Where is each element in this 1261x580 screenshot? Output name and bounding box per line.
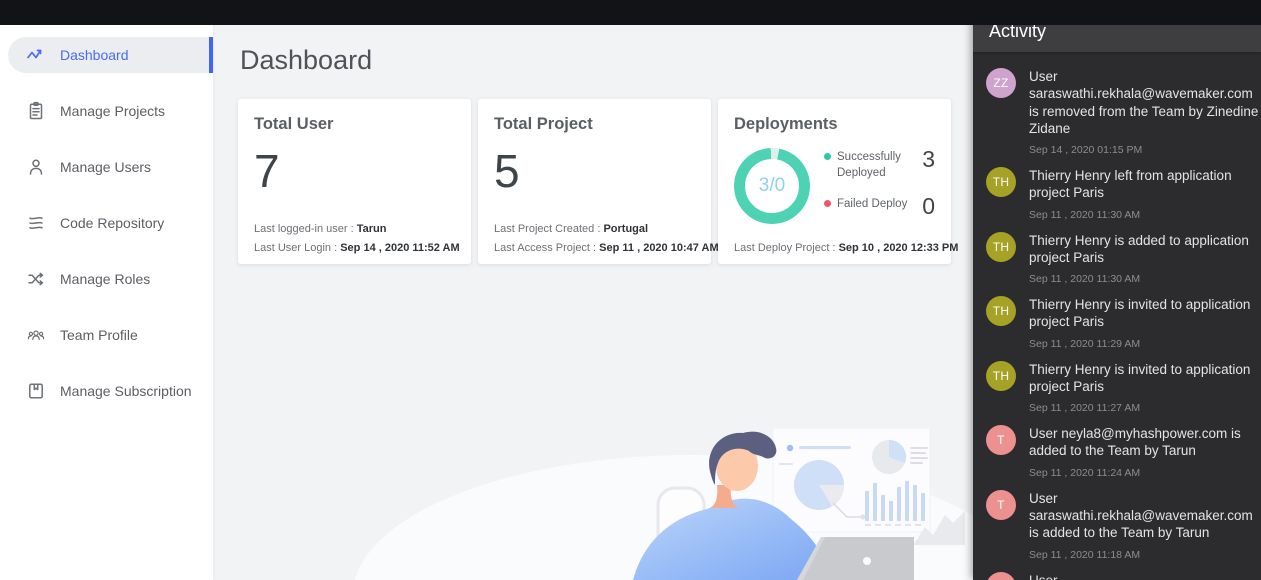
stat-cards-row: Total User 7 Last logged-in user : Tarun… xyxy=(238,99,973,264)
activity-item: T User neyla8@myhashpower.com is added t… xyxy=(973,414,1261,479)
pulse-icon xyxy=(26,45,46,65)
footer-row: Last Access Project : Sep 11 , 2020 10:4… xyxy=(494,242,699,254)
activity-panel: Activity ZZ User saraswathi.rekhala@wave… xyxy=(973,10,1261,580)
activity-text: Thierry Henry is added to application pr… xyxy=(1029,232,1261,267)
activity-item-body: User saraswathi.rekhala@wavemaker.com is… xyxy=(1029,572,1261,580)
sidebar-item-label: Dashboard xyxy=(60,47,129,63)
avatar: TH xyxy=(986,361,1016,391)
activity-item-body: User saraswathi.rekhala@wavemaker.com is… xyxy=(1029,68,1261,156)
shuffle-icon xyxy=(26,269,46,289)
sidebar-item-manage-roles[interactable]: Manage Roles xyxy=(8,261,213,297)
sidebar-item-manage-projects[interactable]: Manage Projects xyxy=(8,93,213,129)
activity-text: Thierry Henry is invited to application … xyxy=(1029,361,1261,396)
legend-row: Successfully Deployed 3 xyxy=(824,148,935,181)
total-project-value: 5 xyxy=(494,148,695,194)
avatar: T xyxy=(986,425,1016,455)
sidebar-item-label: Team Profile xyxy=(60,327,138,343)
sidebar-item-manage-subscription[interactable]: Manage Subscription xyxy=(8,373,213,409)
activity-timestamp: Sep 11 , 2020 11:18 AM xyxy=(1029,549,1261,561)
sidebar-nav: Dashboard Manage Projects Manage Users C… xyxy=(0,25,213,409)
activity-timestamp: Sep 11 , 2020 11:24 AM xyxy=(1029,467,1261,479)
legend-dot-success xyxy=(824,153,831,160)
sidebar-item-label: Manage Projects xyxy=(60,103,165,119)
legend-label: Failed Deploy xyxy=(837,195,922,218)
footer-row: Last logged-in user : Tarun xyxy=(254,223,459,235)
sidebar-item-label: Manage Users xyxy=(60,159,151,175)
footer-row: Last User Login : Sep 14 , 2020 11:52 AM xyxy=(254,242,459,254)
board-charts xyxy=(773,428,930,532)
activity-item-body: Thierry Henry is added to application pr… xyxy=(1029,232,1261,286)
card-title: Total Project xyxy=(494,115,695,134)
avatar: ZZ xyxy=(986,68,1016,98)
activity-text: Thierry Henry is invited to application … xyxy=(1029,296,1261,331)
activity-text: Thierry Henry left from application proj… xyxy=(1029,167,1261,202)
activity-item: T User saraswathi.rekhala@wavemaker.com … xyxy=(973,479,1261,561)
legend-value: 0 xyxy=(922,195,935,218)
deployments-legend: Successfully Deployed 3 Failed Deploy 0 xyxy=(824,148,935,232)
activity-text: User saraswathi.rekhala@wavemaker.com is… xyxy=(1029,572,1261,580)
total-user-card: Total User 7 Last logged-in user : Tarun… xyxy=(238,99,471,264)
avatar: T xyxy=(986,490,1016,520)
donut-center-label: 3/0 xyxy=(734,148,810,224)
activity-item-body: Thierry Henry is invited to application … xyxy=(1029,296,1261,350)
activity-timestamp: Sep 14 , 2020 01:15 PM xyxy=(1029,144,1261,156)
activity-item-body: User saraswathi.rekhala@wavemaker.com is… xyxy=(1029,490,1261,561)
deployments-body: 3/0 Successfully Deployed 3 Failed Deplo… xyxy=(734,148,935,232)
person-icon xyxy=(26,157,46,177)
sidebar-item-label: Manage Roles xyxy=(60,271,150,287)
illustration-person-charts xyxy=(213,395,973,580)
total-project-card: Total Project 5 Last Project Created : P… xyxy=(478,99,711,264)
activity-list[interactable]: ZZ User saraswathi.rekhala@wavemaker.com… xyxy=(973,52,1261,580)
legend-label: Successfully Deployed xyxy=(837,148,922,181)
activity-item: ZZ User saraswathi.rekhala@wavemaker.com… xyxy=(973,57,1261,156)
card-footer: Last Deploy Project : Sep 10 , 2020 12:3… xyxy=(734,235,939,254)
legend-value: 3 xyxy=(922,148,935,181)
sidebar-item-dashboard[interactable]: Dashboard xyxy=(8,37,213,73)
activity-text: User saraswathi.rekhala@wavemaker.com is… xyxy=(1029,490,1261,542)
sidebar-item-label: Code Repository xyxy=(60,215,164,231)
activity-item: TH Thierry Henry is invited to applicati… xyxy=(973,285,1261,350)
activity-item-body: User neyla8@myhashpower.com is added to … xyxy=(1029,425,1261,479)
card-footer: Last logged-in user : Tarun Last User Lo… xyxy=(254,216,459,254)
avatar: TH xyxy=(986,167,1016,197)
sidebar-item-label: Manage Subscription xyxy=(60,383,192,399)
activity-item-body: Thierry Henry left from application proj… xyxy=(1029,167,1261,221)
activity-text: User neyla8@myhashpower.com is added to … xyxy=(1029,425,1261,460)
main-content: Dashboard Total User 7 Last logged-in us… xyxy=(213,25,973,580)
footer-row: Last Project Created : Portugal xyxy=(494,223,699,235)
page-title: Dashboard xyxy=(240,45,973,76)
sidebar-item-team-profile[interactable]: Team Profile xyxy=(8,317,213,353)
activity-timestamp: Sep 11 , 2020 11:27 AM xyxy=(1029,402,1261,414)
activity-timestamp: Sep 11 , 2020 11:30 AM xyxy=(1029,273,1261,285)
deployments-card: Deployments 3/0 Successfully Deployed 3 xyxy=(718,99,951,264)
sidebar-item-manage-users[interactable]: Manage Users xyxy=(8,149,213,185)
deployments-donut: 3/0 xyxy=(734,148,810,224)
total-user-value: 7 xyxy=(254,148,455,194)
footer-row: Last Deploy Project : Sep 10 , 2020 12:3… xyxy=(734,242,939,254)
legend-row: Failed Deploy 0 xyxy=(824,195,935,218)
activity-timestamp: Sep 11 , 2020 11:30 AM xyxy=(1029,209,1261,221)
card-title: Deployments xyxy=(734,115,935,134)
avatar: T xyxy=(986,572,1016,580)
card-footer: Last Project Created : Portugal Last Acc… xyxy=(494,216,699,254)
activity-item: TH Thierry Henry is invited to applicati… xyxy=(973,350,1261,415)
sidebar-item-code-repository[interactable]: Code Repository xyxy=(8,205,213,241)
sidebar: Dashboard Manage Projects Manage Users C… xyxy=(0,25,213,580)
avatar: TH xyxy=(986,232,1016,262)
activity-timestamp: Sep 11 , 2020 11:29 AM xyxy=(1029,338,1261,350)
repo-lines-icon xyxy=(26,213,46,233)
app-window: Dashboard Manage Projects Manage Users C… xyxy=(0,0,1261,580)
activity-item: TH Thierry Henry is added to application… xyxy=(973,221,1261,286)
activity-text: User saraswathi.rekhala@wavemaker.com is… xyxy=(1029,68,1261,137)
bookmark-icon xyxy=(26,381,46,401)
clipboard-icon xyxy=(26,101,46,121)
card-title: Total User xyxy=(254,115,455,134)
people-icon xyxy=(26,325,46,345)
avatar: TH xyxy=(986,296,1016,326)
activity-item-body: Thierry Henry is invited to application … xyxy=(1029,361,1261,415)
activity-item: T User saraswathi.rekhala@wavemaker.com … xyxy=(973,561,1261,580)
top-bar xyxy=(0,0,1261,25)
activity-item: TH Thierry Henry left from application p… xyxy=(973,156,1261,221)
legend-dot-failed xyxy=(824,200,831,207)
